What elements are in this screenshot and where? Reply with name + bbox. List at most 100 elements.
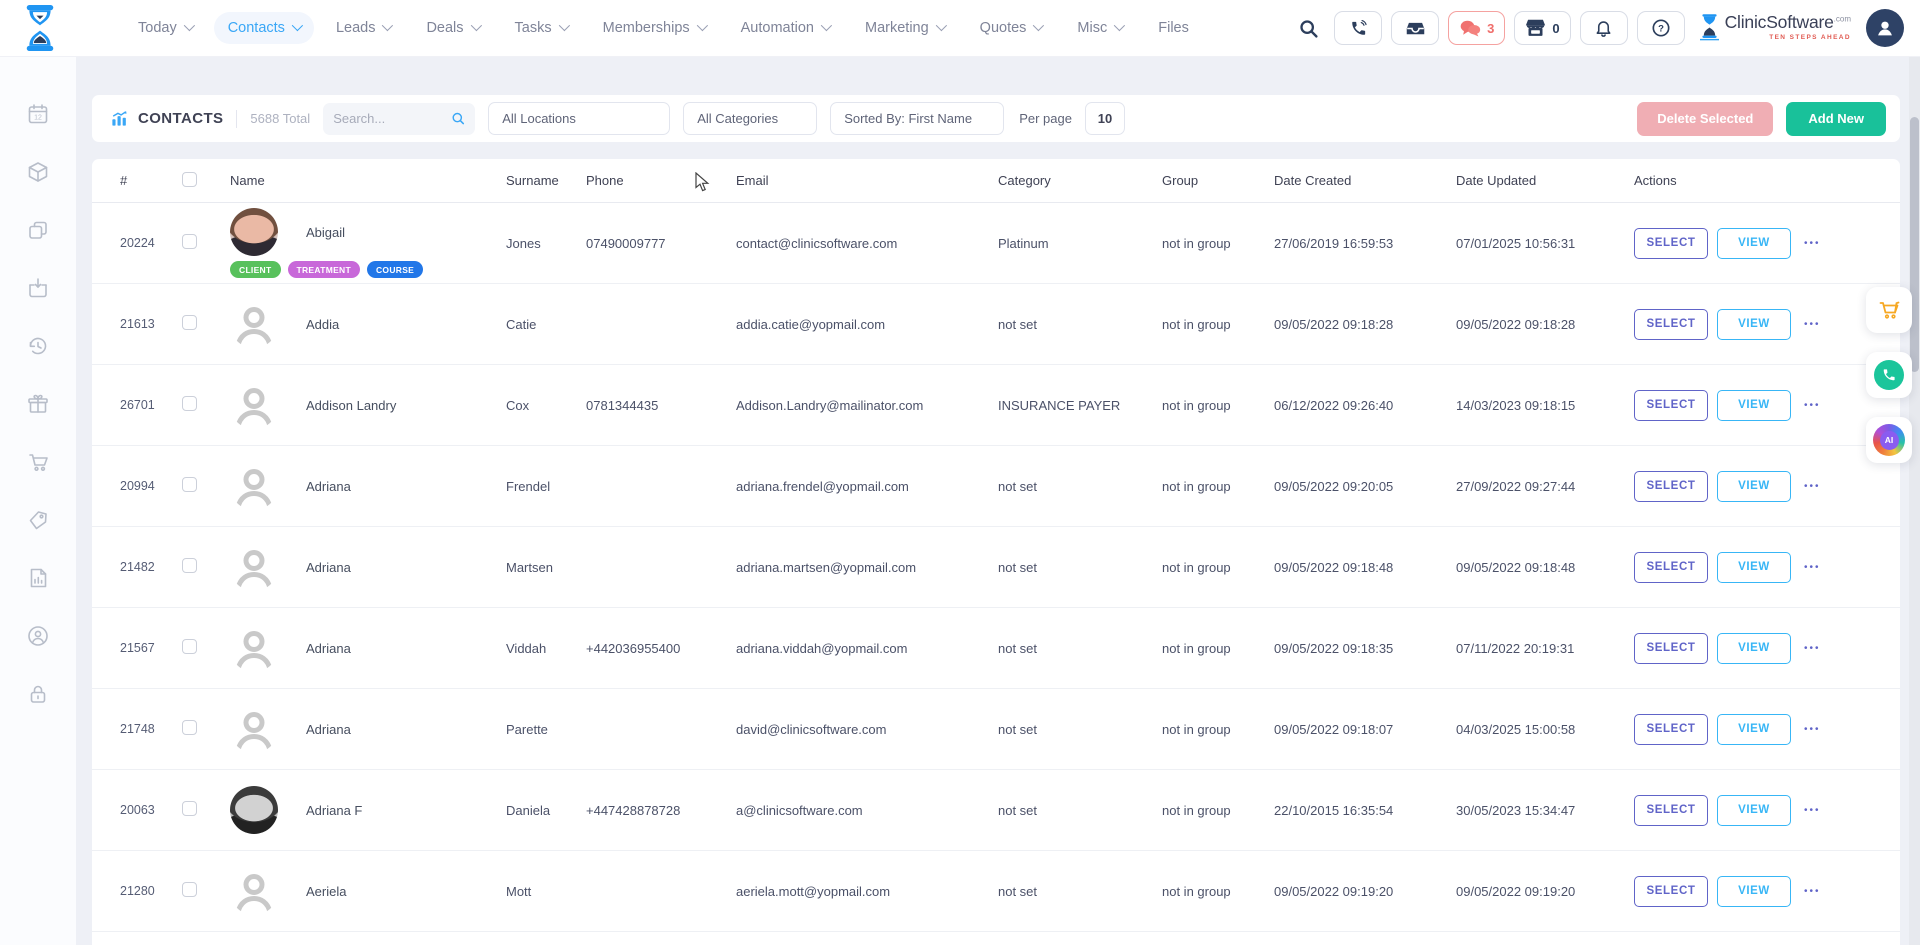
select-button[interactable]: SELECT (1634, 390, 1708, 421)
contact-group: not in group (1162, 479, 1274, 494)
delete-selected-button[interactable]: Delete Selected (1637, 102, 1773, 136)
app-logo-hourglass-icon[interactable] (22, 5, 58, 51)
floating-whatsapp-button[interactable] (1866, 352, 1912, 398)
col-header-updated: Date Updated (1456, 173, 1634, 188)
row-checkbox[interactable] (182, 801, 197, 816)
select-button[interactable]: SELECT (1634, 795, 1708, 826)
phone-button[interactable] (1334, 11, 1382, 45)
brand-logo[interactable]: ClinicSoftware.com TEN STEPS AHEAD (1700, 14, 1851, 42)
select-button[interactable]: SELECT (1634, 309, 1708, 340)
nav-item-quotes[interactable]: Quotes (966, 12, 1056, 44)
nav-item-automation[interactable]: Automation (727, 12, 843, 44)
row-more-menu[interactable]: ••• (1804, 238, 1821, 249)
select-all-checkbox[interactable] (182, 172, 197, 187)
gift-icon[interactable] (25, 391, 51, 417)
table-row: 20994 Adriana Frendel adriana.frendel@yo… (92, 446, 1900, 527)
row-checkbox[interactable] (182, 720, 197, 735)
floating-ai-button[interactable]: AI (1866, 417, 1912, 463)
location-filter[interactable]: All Locations (488, 102, 670, 135)
notifications-button[interactable] (1580, 11, 1628, 45)
contact-avatar-photo (230, 208, 278, 256)
view-button[interactable]: VIEW (1717, 714, 1791, 745)
row-checkbox[interactable] (182, 882, 197, 897)
view-button[interactable]: VIEW (1717, 309, 1791, 340)
contact-surname: Jones (506, 236, 586, 251)
chevron-down-icon (183, 19, 194, 30)
package-icon[interactable] (25, 159, 51, 185)
row-more-menu[interactable]: ••• (1804, 886, 1821, 897)
chat-button[interactable]: 3 (1448, 11, 1505, 45)
nav-item-marketing[interactable]: Marketing (851, 12, 958, 44)
row-checkbox[interactable] (182, 639, 197, 654)
nav-item-tasks[interactable]: Tasks (501, 12, 581, 44)
select-button[interactable]: SELECT (1634, 714, 1708, 745)
select-button[interactable]: SELECT (1634, 552, 1708, 583)
sort-filter[interactable]: Sorted By: First Name (830, 102, 1004, 135)
contact-date-updated: 09/05/2022 09:18:28 (1456, 317, 1634, 332)
view-button[interactable]: VIEW (1717, 228, 1791, 259)
row-checkbox[interactable] (182, 396, 197, 411)
user-menu-button[interactable] (1866, 9, 1904, 47)
row-more-menu[interactable]: ••• (1804, 805, 1821, 816)
select-button[interactable]: SELECT (1634, 876, 1708, 907)
calendar-12-icon[interactable]: 12 (25, 101, 51, 127)
chevron-down-icon (382, 19, 393, 30)
select-button[interactable]: SELECT (1634, 633, 1708, 664)
page-title: CONTACTS (138, 110, 223, 127)
table-body: 20224 AbigailCLIENTTREATMENTCOURSE Jones… (92, 203, 1900, 932)
history-icon[interactable] (25, 333, 51, 359)
row-more-menu[interactable]: ••• (1804, 481, 1821, 492)
view-button[interactable]: VIEW (1717, 390, 1791, 421)
select-button[interactable]: SELECT (1634, 471, 1708, 502)
row-checkbox[interactable] (182, 558, 197, 573)
nav-item-today[interactable]: Today (124, 12, 206, 44)
search-icon[interactable] (1291, 11, 1325, 45)
search-submit-icon[interactable] (451, 110, 465, 127)
nav-item-contacts[interactable]: Contacts (214, 12, 314, 44)
search-box (323, 103, 475, 135)
view-button[interactable]: VIEW (1717, 471, 1791, 502)
row-checkbox[interactable] (182, 477, 197, 492)
row-more-menu[interactable]: ••• (1804, 319, 1821, 330)
row-more-menu[interactable]: ••• (1804, 724, 1821, 735)
nav-item-deals[interactable]: Deals (412, 12, 492, 44)
divider (236, 110, 237, 128)
store-button[interactable]: 0 (1514, 11, 1570, 45)
contact-date-created: 09/05/2022 09:18:35 (1274, 641, 1456, 656)
help-button[interactable]: ? (1637, 11, 1685, 45)
calendar-import-icon[interactable] (25, 275, 51, 301)
view-button[interactable]: VIEW (1717, 552, 1791, 583)
view-button[interactable]: VIEW (1717, 795, 1791, 826)
contact-date-updated: 30/05/2023 15:34:47 (1456, 803, 1634, 818)
report-chart-icon[interactable] (25, 565, 51, 591)
copy-icon[interactable] (25, 217, 51, 243)
row-checkbox[interactable] (182, 234, 197, 249)
nav-item-misc[interactable]: Misc (1063, 12, 1136, 44)
row-more-menu[interactable]: ••• (1804, 562, 1821, 573)
nav-item-memberships[interactable]: Memberships (589, 12, 719, 44)
person-badge-icon[interactable] (25, 623, 51, 649)
nav-item-files[interactable]: Files (1144, 12, 1203, 44)
price-tag-icon[interactable] (25, 507, 51, 533)
lock-icon[interactable] (25, 681, 51, 707)
row-more-menu[interactable]: ••• (1804, 643, 1821, 654)
floating-cart-button[interactable] (1866, 287, 1912, 333)
row-checkbox[interactable] (182, 315, 197, 330)
contact-email: Addison.Landry@mailinator.com (736, 398, 998, 413)
per-page-label: Per page (1019, 111, 1072, 126)
per-page-value[interactable]: 10 (1085, 102, 1125, 135)
search-input[interactable] (333, 111, 445, 126)
view-button[interactable]: VIEW (1717, 876, 1791, 907)
col-header-group: Group (1162, 173, 1274, 188)
row-more-menu[interactable]: ••• (1804, 400, 1821, 411)
view-button[interactable]: VIEW (1717, 633, 1791, 664)
table-row: 21613 Addia Catie addia.catie@yopmail.co… (92, 284, 1900, 365)
inbox-button[interactable] (1391, 11, 1439, 45)
cart-icon[interactable] (25, 449, 51, 475)
scrollbar-thumb[interactable] (1910, 117, 1919, 372)
select-button[interactable]: SELECT (1634, 228, 1708, 259)
nav-item-leads[interactable]: Leads (322, 12, 405, 44)
add-new-button[interactable]: Add New (1786, 102, 1886, 136)
category-filter[interactable]: All Categories (683, 102, 817, 135)
table-row: 20224 AbigailCLIENTTREATMENTCOURSE Jones… (92, 203, 1900, 284)
